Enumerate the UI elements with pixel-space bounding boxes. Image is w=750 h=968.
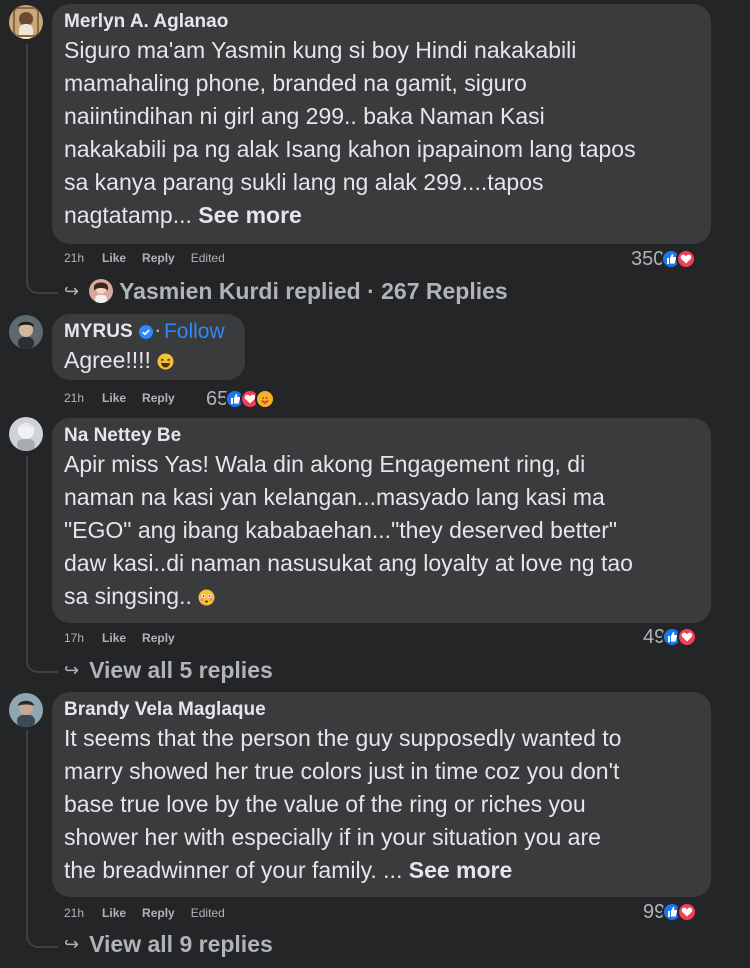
comment-bubble: MYRUS · Follow Agree!!!!: [52, 314, 245, 380]
like-button[interactable]: Like: [102, 906, 126, 920]
like-button[interactable]: Like: [102, 391, 126, 405]
comment-text: Siguro ma'am Yasmin kung si boy Hindi na…: [64, 34, 699, 232]
view-replies-link[interactable]: ↪ View all 9 replies: [64, 929, 273, 959]
comment-thread: Merlyn A. Aglanao Siguro ma'am Yasmin ku…: [0, 0, 750, 968]
thread-connector: [26, 659, 58, 673]
love-reaction-icon: [677, 627, 698, 647]
verified-badge-icon: [138, 325, 153, 339]
comment-text: Apir miss Yas! Wala din akong Engagement…: [64, 448, 699, 613]
thread-connector: [26, 934, 58, 948]
comment-timestamp[interactable]: 21h: [64, 906, 84, 920]
reaction-summary[interactable]: 350: [631, 247, 697, 271]
comment-author[interactable]: Merlyn A. Aglanao: [64, 10, 699, 34]
comment-author[interactable]: Brandy Vela Maglaque: [64, 698, 699, 722]
comment-actions: 21h Like Reply: [64, 388, 191, 408]
comment-author-row: MYRUS · Follow: [64, 320, 233, 344]
love-reaction-icon: [676, 249, 697, 269]
reply-button[interactable]: Reply: [142, 631, 175, 645]
comment-author[interactable]: Na Nettey Be: [64, 424, 699, 448]
comment-actions: 21h Like Reply Edited: [64, 248, 225, 268]
like-button[interactable]: Like: [102, 251, 126, 265]
reaction-summary[interactable]: 65: [206, 387, 276, 411]
see-more-link[interactable]: See more: [409, 857, 513, 883]
comment-bubble: Brandy Vela Maglaque It seems that the p…: [52, 692, 711, 897]
reaction-summary[interactable]: 49: [643, 625, 698, 649]
comment-bubble: Merlyn A. Aglanao Siguro ma'am Yasmin ku…: [52, 4, 711, 244]
thread-connector: [26, 280, 58, 294]
see-more-link[interactable]: See more: [198, 202, 302, 228]
comment-timestamp[interactable]: 21h: [64, 251, 84, 265]
reply-arrow-icon: ↪: [64, 659, 80, 680]
edited-label: Edited: [190, 251, 225, 265]
comment-bubble: Na Nettey Be Apir miss Yas! Wala din ako…: [52, 418, 711, 623]
avatar[interactable]: [9, 693, 43, 727]
comment-text: Agree!!!!: [64, 344, 233, 377]
comment-body: Apir miss Yas! Wala din akong Engagement…: [64, 451, 633, 609]
reply-button[interactable]: Reply: [142, 391, 175, 405]
comment-body: It seems that the person the guy suppose…: [64, 725, 622, 883]
reaction-summary[interactable]: 99: [643, 900, 698, 924]
view-replies-link[interactable]: ↪ View all 5 replies: [64, 655, 273, 685]
comment-timestamp[interactable]: 21h: [64, 391, 84, 405]
reply-arrow-icon: ↪: [64, 933, 80, 954]
comment-body: Siguro ma'am Yasmin kung si boy Hindi na…: [64, 37, 636, 228]
like-button[interactable]: Like: [102, 631, 126, 645]
flushed-emoji-icon: [198, 589, 215, 606]
reaction-count: 350: [631, 247, 665, 270]
reply-arrow-icon: ↪: [64, 280, 80, 301]
avatar[interactable]: [9, 417, 43, 451]
edited-label: Edited: [190, 906, 225, 920]
avatar-image: [9, 315, 43, 349]
reply-button[interactable]: Reply: [142, 251, 175, 265]
view-replies-label: View all 5 replies: [89, 656, 273, 683]
avatar-image: [9, 417, 43, 451]
replied-label: replied: [285, 277, 361, 304]
thread-line: [26, 456, 28, 661]
thread-line: [26, 44, 28, 282]
avatar[interactable]: [9, 5, 43, 39]
thread-line: [26, 730, 28, 936]
view-replies-label: View all 9 replies: [89, 930, 273, 957]
love-reaction-icon: [677, 902, 698, 922]
avatar-image: [9, 693, 43, 727]
follow-separator: ·: [155, 323, 161, 340]
comment-timestamp[interactable]: 17h: [64, 631, 84, 645]
replier-avatar: [89, 279, 114, 303]
comment-actions: 21h Like Reply Edited: [64, 903, 225, 923]
reply-button[interactable]: Reply: [142, 906, 175, 920]
replies-count: 267 Replies: [381, 277, 508, 304]
comment-author[interactable]: MYRUS: [64, 321, 133, 343]
laughing-emoji-icon: [157, 353, 174, 370]
comment-text: It seems that the person the guy suppose…: [64, 722, 699, 887]
comment-body: Agree!!!!: [64, 347, 151, 373]
care-reaction-icon: [255, 389, 276, 409]
replier-name: Yasmien Kurdi: [119, 277, 279, 304]
replies-summary[interactable]: ↪ Yasmien Kurdi replied · 267 Replies: [64, 276, 508, 306]
avatar[interactable]: [9, 315, 43, 349]
replies-separator: ·: [367, 277, 375, 304]
avatar-image: [9, 5, 43, 39]
comment-actions: 17h Like Reply: [64, 628, 191, 648]
follow-button[interactable]: Follow: [164, 320, 225, 344]
